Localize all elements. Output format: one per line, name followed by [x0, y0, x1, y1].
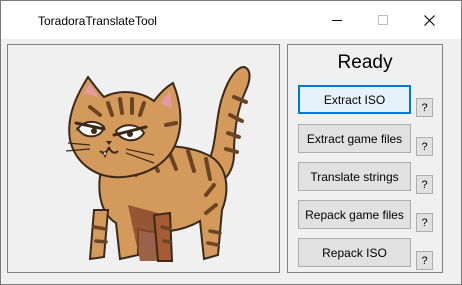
- minimize-button[interactable]: [314, 1, 360, 39]
- actions-panel: Ready Extract ISO ? Extract game files ?…: [287, 44, 443, 273]
- extract-iso-help-button[interactable]: ?: [416, 98, 433, 117]
- repack-iso-button[interactable]: Repack ISO: [298, 238, 411, 267]
- translate-strings-help-button[interactable]: ?: [416, 175, 433, 194]
- app-icon: [10, 13, 26, 29]
- translate-strings-button[interactable]: Translate strings: [298, 162, 411, 191]
- maximize-button[interactable]: [360, 1, 406, 39]
- repack-game-files-help-button[interactable]: ?: [416, 213, 433, 232]
- window-title: ToradoraTranslateTool: [38, 14, 157, 28]
- maximize-icon: [378, 15, 388, 25]
- repack-iso-help-button[interactable]: ?: [416, 251, 433, 270]
- status-label: Ready: [337, 52, 393, 73]
- extract-iso-button[interactable]: Extract ISO: [298, 85, 411, 114]
- extract-game-files-help-button[interactable]: ?: [416, 137, 433, 156]
- extract-game-files-button[interactable]: Extract game files: [298, 124, 411, 153]
- minimize-icon: [332, 20, 342, 21]
- close-button[interactable]: [406, 1, 452, 39]
- close-icon: [423, 14, 435, 26]
- repack-game-files-button[interactable]: Repack game files: [298, 200, 411, 229]
- app-window: ToradoraTranslateTool Ready Extract ISO …: [0, 0, 462, 285]
- title-bar[interactable]: ToradoraTranslateTool: [1, 1, 461, 39]
- cat-illustration: [65, 65, 251, 262]
- client-area: Ready Extract ISO ? Extract game files ?…: [1, 39, 461, 284]
- picture-box: [7, 44, 280, 273]
